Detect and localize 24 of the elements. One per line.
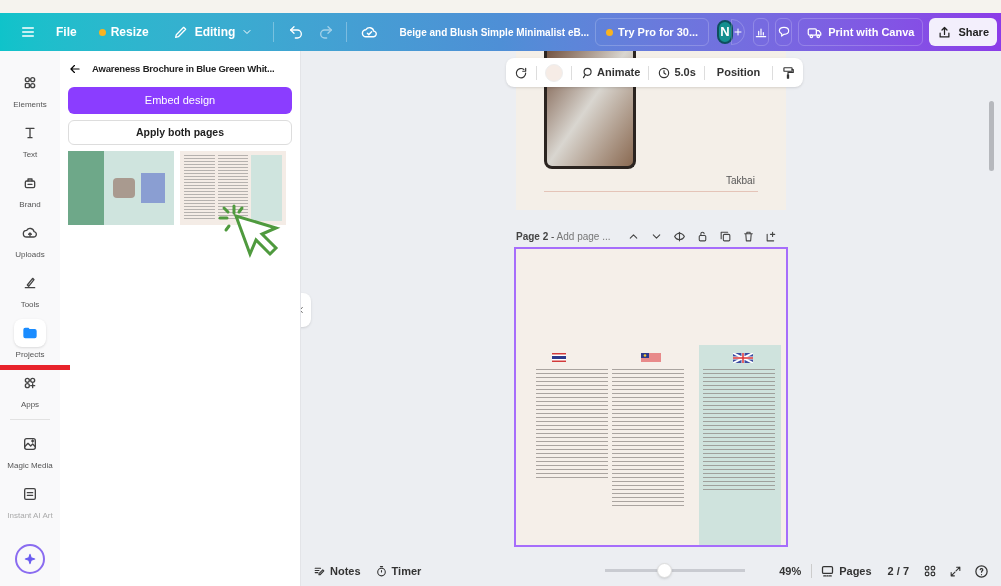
zoom-percentage: 49% — [779, 563, 802, 579]
position-button[interactable]: Position — [712, 64, 765, 81]
animate-button[interactable]: Animate — [580, 64, 641, 81]
share-button[interactable]: Share — [929, 18, 997, 46]
sidebar-item[interactable]: Brand — [2, 169, 58, 211]
try-pro-button[interactable]: Try Pro for 30... — [595, 18, 710, 46]
duration-button[interactable]: 5.0s — [657, 64, 696, 81]
page-label: Page 2 - Add page ... — [516, 230, 611, 244]
panel-title: Awareness Brochure in Blue Green Whit... — [92, 61, 275, 76]
apply-both-pages-button[interactable]: Apply both pages — [68, 120, 292, 145]
sidebar-item[interactable]: Projects — [2, 319, 58, 361]
page-caption: Takbai — [726, 174, 755, 188]
sidebar-item[interactable]: Elements — [2, 69, 58, 111]
page-counter: 2 / 7 — [887, 563, 909, 579]
embed-design-button[interactable]: Embed design — [68, 87, 292, 114]
notes-button[interactable]: Notes — [313, 562, 361, 580]
sidebar-item[interactable]: Uploads — [2, 219, 58, 261]
timer-button[interactable]: Timer — [374, 562, 422, 580]
sidebar-item[interactable]: Tools — [2, 269, 58, 311]
sidebar-item[interactable]: Apps — [2, 369, 58, 411]
pages-button[interactable]: Pages — [820, 562, 872, 580]
sidebar-item[interactable]: Magic Media — [2, 430, 58, 472]
sidebar-item[interactable]: Text — [2, 119, 58, 161]
print-with-canva-button[interactable]: Print with Canva — [798, 18, 924, 46]
